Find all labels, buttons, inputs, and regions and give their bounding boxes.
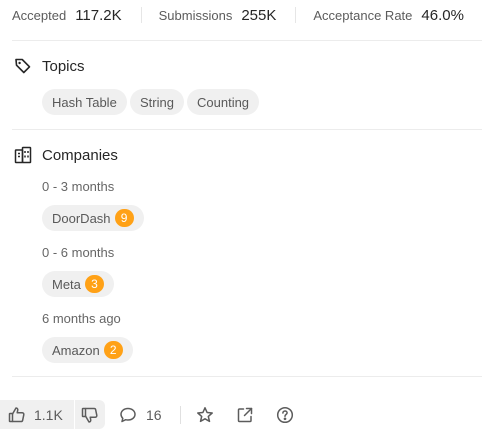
share-icon xyxy=(236,406,254,424)
help-icon xyxy=(276,406,294,424)
action-bar: 1.1K 16 xyxy=(0,400,294,429)
stat-accepted: Accepted 117.2K xyxy=(12,7,122,24)
stat-label: Acceptance Rate xyxy=(313,7,413,23)
company-tag-doordash[interactable]: DoorDash 9 xyxy=(42,205,144,231)
thumbs-down-icon xyxy=(81,406,99,424)
comments-button[interactable]: 16 xyxy=(119,400,162,429)
company-count-badge: 9 xyxy=(114,209,134,227)
comment-count: 16 xyxy=(146,406,162,423)
stat-value: 255K xyxy=(241,6,277,24)
divider xyxy=(12,129,482,130)
dislike-button[interactable] xyxy=(75,400,105,429)
favorite-button[interactable] xyxy=(196,400,214,429)
topic-tag[interactable]: String xyxy=(130,89,184,115)
stats-bar: Accepted 117.2K Submissions 255K Accepta… xyxy=(12,6,464,24)
companies-header[interactable]: Companies xyxy=(14,146,118,164)
building-icon xyxy=(14,146,32,164)
like-count: 1.1K xyxy=(34,406,63,423)
stat-submissions: Submissions 255K xyxy=(159,7,277,24)
company-tag-amazon[interactable]: Amazon 2 xyxy=(42,337,133,363)
stat-value: 46.0% xyxy=(421,6,464,24)
tag-icon xyxy=(14,57,32,75)
company-period: 0 - 3 months xyxy=(42,179,115,194)
stat-label: Submissions xyxy=(158,7,233,23)
company-name: Meta xyxy=(52,276,81,292)
comment-icon xyxy=(119,406,137,424)
topics-header[interactable]: Topics xyxy=(14,57,85,75)
help-button[interactable] xyxy=(276,400,294,429)
thumbs-up-icon xyxy=(8,406,26,424)
topic-tag[interactable]: Counting xyxy=(187,89,260,115)
topic-tag[interactable]: Hash Table xyxy=(42,89,127,115)
divider xyxy=(179,405,181,424)
stat-acceptance-rate: Acceptance Rate 46.0% xyxy=(313,7,464,24)
company-count-badge: 2 xyxy=(103,341,123,359)
companies-title: Companies xyxy=(42,146,118,164)
topics-title: Topics xyxy=(42,57,85,75)
like-button[interactable]: 1.1K xyxy=(0,400,74,429)
company-name: Amazon xyxy=(52,342,100,358)
share-button[interactable] xyxy=(236,400,254,429)
company-count-badge: 3 xyxy=(84,275,104,293)
topic-tag-label: String xyxy=(140,94,174,110)
divider xyxy=(140,7,142,23)
company-tag-meta[interactable]: Meta 3 xyxy=(42,271,114,297)
divider xyxy=(12,376,482,377)
divider xyxy=(12,40,482,41)
company-name: DoorDash xyxy=(52,210,111,226)
stat-value: 117.2K xyxy=(75,6,122,24)
company-period: 6 months ago xyxy=(42,311,121,326)
topic-tag-label: Hash Table xyxy=(52,94,117,110)
vote-group: 1.1K xyxy=(0,400,105,429)
company-period: 0 - 6 months xyxy=(42,245,115,260)
topic-tag-label: Counting xyxy=(197,94,250,110)
star-icon xyxy=(196,406,214,424)
stat-label: Accepted xyxy=(12,7,67,23)
divider xyxy=(295,7,297,23)
